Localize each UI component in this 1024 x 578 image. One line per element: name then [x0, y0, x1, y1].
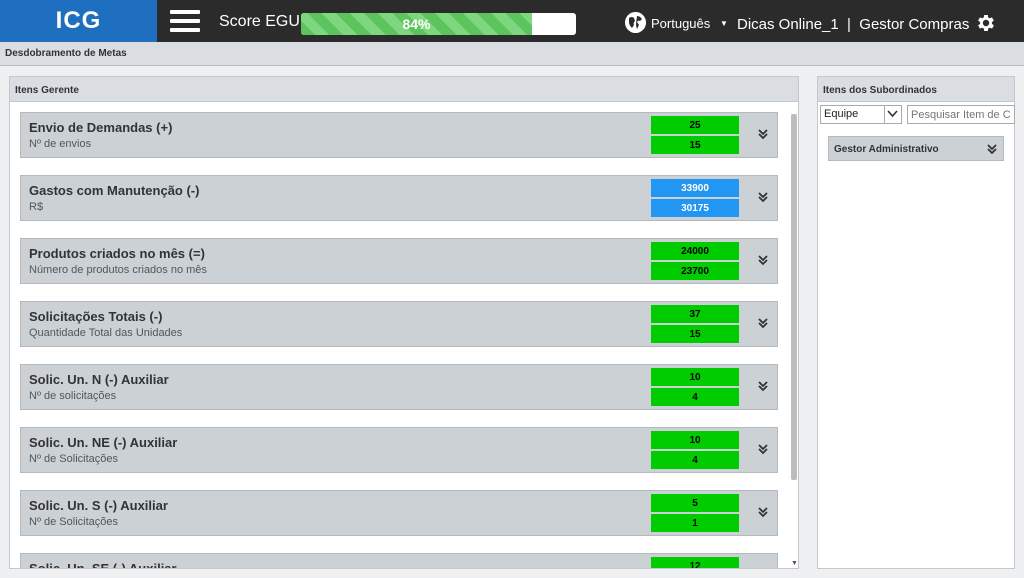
goal-values: 12 — [651, 557, 739, 568]
score-label: Score EGU: — [219, 13, 305, 30]
user-info: Dicas Online_1 | Gestor Compras — [737, 16, 970, 33]
goal-values: 24000 23700 — [651, 242, 739, 280]
goal-item-subtitle: Número de produtos criados no mês — [29, 264, 207, 276]
team-filter-select[interactable]: Equipe — [820, 105, 902, 124]
double-chevron-down-icon[interactable] — [756, 127, 770, 141]
goal-actual-value: 30175 — [651, 199, 739, 217]
goal-item-title: Solicitações Totais (-) — [29, 309, 163, 324]
subordinate-items-title: Itens dos Subordinados — [818, 77, 1014, 102]
top-bar: ICG Score EGU: 84% Português ▼ Dicas Onl… — [0, 0, 1024, 42]
double-chevron-down-icon[interactable] — [756, 253, 770, 267]
filter-row: Equipe — [820, 105, 1015, 125]
goal-values: 33900 30175 — [651, 179, 739, 217]
goal-item[interactable]: Envio de Demandas (+) Nº de envios 25 15 — [20, 112, 778, 158]
goal-actual-value: 15 — [651, 136, 739, 154]
goal-item-title: Produtos criados no mês (=) — [29, 246, 205, 261]
goal-item-subtitle: Nº de envios — [29, 138, 92, 150]
search-input[interactable] — [907, 105, 1015, 124]
hamburger-menu-icon[interactable] — [170, 10, 200, 32]
goal-actual-value: 4 — [651, 388, 739, 406]
goal-target-value: 5 — [651, 494, 739, 512]
goal-item-title: Gastos com Manutenção (-) — [29, 183, 200, 198]
double-chevron-down-icon[interactable] — [985, 142, 999, 156]
score-progress-text: 84% — [402, 16, 431, 32]
double-chevron-down-icon[interactable] — [756, 379, 770, 393]
goal-item-title: Solic. Un. SE (-) Auxiliar — [29, 561, 177, 569]
gear-icon[interactable] — [975, 12, 997, 34]
goal-item[interactable]: Solic. Un. SE (-) Auxiliar 12 — [20, 553, 778, 569]
double-chevron-down-icon[interactable] — [756, 316, 770, 330]
goal-values: 25 15 — [651, 116, 739, 154]
goal-item-subtitle: Nº de solicitações — [29, 390, 117, 402]
manager-items-title: Itens Gerente — [10, 77, 798, 102]
team-filter-value: Equipe — [824, 108, 859, 120]
goal-item[interactable]: Solicitações Totais (-) Quantidade Total … — [20, 301, 778, 347]
goal-item-title: Solic. Un. NE (-) Auxiliar — [29, 435, 178, 450]
goal-actual-value: 23700 — [651, 262, 739, 280]
chevron-down-icon[interactable] — [884, 106, 901, 123]
goal-item-subtitle: Quantidade Total das Unidades — [29, 327, 183, 339]
double-chevron-down-icon[interactable] — [756, 568, 770, 569]
goal-item[interactable]: Solic. Un. S (-) Auxiliar Nº de Solicitaç… — [20, 490, 778, 536]
page-title: Desdobramento de Metas — [0, 42, 1024, 66]
goal-item-subtitle: Nº de Solicitações — [29, 453, 119, 465]
goal-item-title: Solic. Un. N (-) Auxiliar — [29, 372, 169, 387]
goal-values: 37 15 — [651, 305, 739, 343]
goal-item-title: Solic. Un. S (-) Auxiliar — [29, 498, 168, 513]
goal-target-value: 12 — [651, 557, 739, 568]
app-logo[interactable]: ICG — [0, 0, 157, 42]
goal-item[interactable]: Gastos com Manutenção (-) R$ 33900 30175 — [20, 175, 778, 221]
globe-icon[interactable] — [625, 12, 646, 33]
double-chevron-down-icon[interactable] — [756, 442, 770, 456]
goal-target-value: 33900 — [651, 179, 739, 197]
scrollbar-thumb[interactable] — [791, 114, 797, 480]
goal-actual-value: 15 — [651, 325, 739, 343]
subordinate-items-panel: Itens dos Subordinados Equipe Gestor Adm… — [817, 76, 1015, 569]
goal-target-value: 10 — [651, 431, 739, 449]
goal-item-title: Envio de Demandas (+) — [29, 120, 173, 135]
goal-item-subtitle: Nº de Solicitações — [29, 516, 119, 528]
goal-item[interactable]: Solic. Un. NE (-) Auxiliar Nº de Solicita… — [20, 427, 778, 473]
goal-target-value: 25 — [651, 116, 739, 134]
goal-values: 10 4 — [651, 368, 739, 406]
goal-values: 10 4 — [651, 431, 739, 469]
goal-target-value: 37 — [651, 305, 739, 323]
manager-items-panel: Itens Gerente Envio de Demandas (+) Nº de… — [9, 76, 799, 569]
goal-target-value: 10 — [651, 368, 739, 386]
goal-actual-value: 1 — [651, 514, 739, 532]
goal-item-subtitle: R$ — [29, 201, 44, 213]
score-progress-bar: 84% — [301, 13, 576, 35]
caret-down-icon[interactable]: ▼ — [720, 19, 728, 28]
goal-item[interactable]: Solic. Un. N (-) Auxiliar Nº de solicitaç… — [20, 364, 778, 410]
language-selector[interactable]: Português — [651, 16, 710, 31]
scrollbar[interactable]: ▼ — [789, 112, 798, 567]
double-chevron-down-icon[interactable] — [756, 190, 770, 204]
double-chevron-down-icon[interactable] — [756, 505, 770, 519]
goal-values: 51 — [651, 494, 739, 532]
subordinate-item-label: Gestor Administrativo — [834, 144, 939, 155]
goal-item[interactable]: Produtos criados no mês (=) Número de pro… — [20, 238, 778, 284]
scroll-down-icon[interactable]: ▼ — [791, 560, 798, 567]
goal-target-value: 24000 — [651, 242, 739, 260]
goal-actual-value: 4 — [651, 451, 739, 469]
subordinate-item[interactable]: Gestor Administrativo — [828, 136, 1004, 161]
